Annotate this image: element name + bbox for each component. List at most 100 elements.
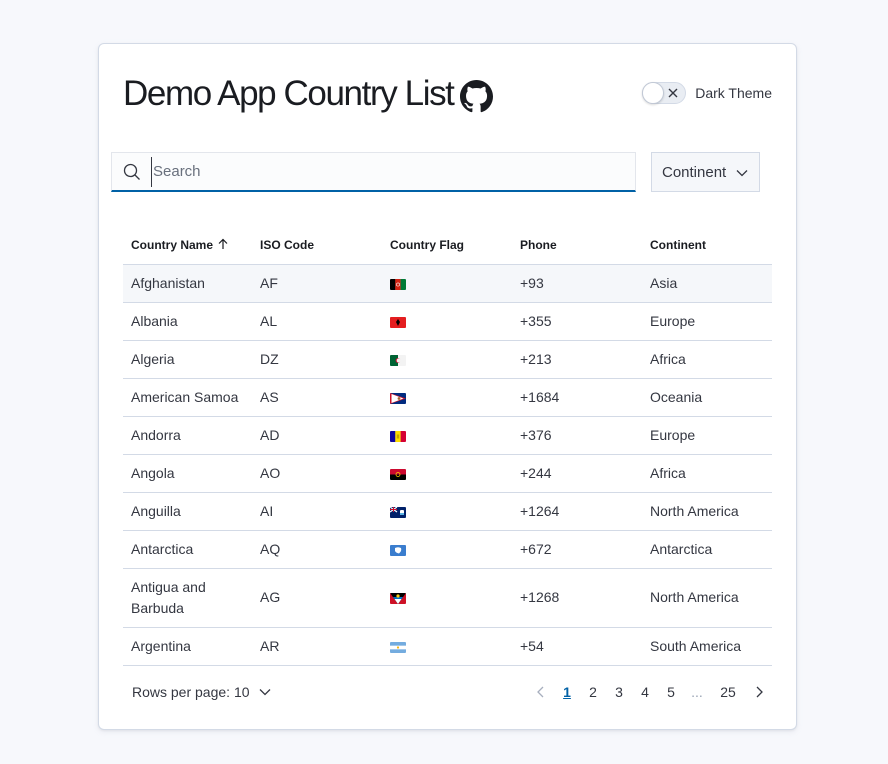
table-row[interactable]: Anguilla AI +1264 North America <box>123 492 772 531</box>
phone-cell: +93 <box>512 264 642 303</box>
continent-cell: Europe <box>642 416 772 455</box>
rows-per-page-label: Rows per page: 10 <box>132 684 250 700</box>
page-title: Demo App Country List <box>123 74 455 113</box>
country-name-cell: Andorra <box>123 416 252 455</box>
flag-cell <box>382 264 512 303</box>
table-row[interactable]: Angola AO +244 Africa <box>123 454 772 493</box>
phone-cell: +672 <box>512 530 642 569</box>
phone-cell: +355 <box>512 302 642 341</box>
flag-cell <box>382 530 512 569</box>
table-footer: Rows per page: 10 1 2 3 4 5 ... 25 <box>132 684 772 706</box>
search-field[interactable] <box>111 152 636 192</box>
continent-cell: North America <box>642 492 772 531</box>
page-5-button[interactable]: 5 <box>658 684 684 700</box>
country-name-cell: Antigua and Barbuda <box>123 568 252 628</box>
chevron-down-icon <box>736 170 748 177</box>
phone-cell: +376 <box>512 416 642 455</box>
phone-cell: +1684 <box>512 378 642 417</box>
close-icon <box>668 88 678 98</box>
page-last-button[interactable]: 25 <box>710 684 746 700</box>
country-name-cell: Albania <box>123 302 252 341</box>
flag-ao-icon <box>390 468 406 480</box>
github-icon[interactable] <box>459 79 493 113</box>
flag-ag-icon <box>390 592 406 604</box>
country-name-cell: Argentina <box>123 627 252 666</box>
country-name-cell: American Samoa <box>123 378 252 417</box>
previous-page-icon[interactable] <box>534 685 548 699</box>
country-table: Country Name ISO Code Country Flag Phone… <box>123 226 772 666</box>
table-header-row: Country Name ISO Code Country Flag Phone… <box>123 226 772 265</box>
flag-aq-icon <box>390 544 406 556</box>
table-row[interactable]: Antigua and Barbuda AG +1268 North Ameri… <box>123 568 772 628</box>
flag-ar-icon <box>390 641 406 653</box>
phone-cell: +1264 <box>512 492 642 531</box>
flag-dz-icon <box>390 354 406 366</box>
table-row[interactable]: American Samoa AS +1684 Oceania <box>123 378 772 417</box>
flag-cell <box>382 627 512 666</box>
search-icon <box>123 163 140 180</box>
continent-cell: Europe <box>642 302 772 341</box>
continent-cell: Antarctica <box>642 530 772 569</box>
dark-theme-label: Dark Theme <box>695 85 772 101</box>
phone-cell: +54 <box>512 627 642 666</box>
next-page-icon[interactable] <box>752 685 766 699</box>
iso-code-cell: AS <box>252 378 382 417</box>
search-input[interactable] <box>151 156 611 187</box>
iso-code-cell: AI <box>252 492 382 531</box>
flag-cell <box>382 416 512 455</box>
phone-cell: +1268 <box>512 568 642 628</box>
flag-cell <box>382 340 512 379</box>
iso-code-cell: AR <box>252 627 382 666</box>
flag-cell <box>382 492 512 531</box>
country-name-cell: Anguilla <box>123 492 252 531</box>
column-header-phone[interactable]: Phone <box>512 226 642 265</box>
pagination-ellipsis: ... <box>691 684 703 700</box>
column-header-iso-code[interactable]: ISO Code <box>252 226 382 265</box>
rows-per-page-button[interactable]: Rows per page: 10 <box>132 684 272 700</box>
pagination: 1 2 3 4 5 ... 25 <box>528 684 772 700</box>
iso-code-cell: AD <box>252 416 382 455</box>
flag-cell <box>382 568 512 628</box>
flag-ai-icon <box>390 506 406 518</box>
table-row[interactable]: Argentina AR +54 South America <box>123 627 772 666</box>
iso-code-cell: AF <box>252 264 382 303</box>
country-name-cell: Algeria <box>123 340 252 379</box>
table-row[interactable]: Albania AL +355 Europe <box>123 302 772 341</box>
iso-code-cell: AO <box>252 454 382 493</box>
continent-filter-button[interactable]: Continent <box>651 152 760 192</box>
page-1-button[interactable]: 1 <box>554 684 580 700</box>
iso-code-cell: AQ <box>252 530 382 569</box>
flag-cell <box>382 454 512 493</box>
theme-switch[interactable] <box>642 82 687 104</box>
column-header-country-flag[interactable]: Country Flag <box>382 226 512 265</box>
continent-cell: Africa <box>642 340 772 379</box>
switch-knob <box>642 82 665 104</box>
continent-filter-label: Continent <box>662 163 727 181</box>
iso-code-cell: AL <box>252 302 382 341</box>
phone-cell: +244 <box>512 454 642 493</box>
flag-as-icon <box>390 392 406 404</box>
title-row: Demo App Country List <box>123 74 493 114</box>
continent-cell: North America <box>642 568 772 628</box>
flag-cell <box>382 302 512 341</box>
continent-cell: South America <box>642 627 772 666</box>
table-row[interactable]: Andorra AD +376 Europe <box>123 416 772 455</box>
flag-al-icon <box>390 316 406 328</box>
country-name-cell: Angola <box>123 454 252 493</box>
country-name-cell: Afghanistan <box>123 264 252 303</box>
table-row[interactable]: Afghanistan AF +93 Asia <box>123 264 772 303</box>
iso-code-cell: DZ <box>252 340 382 379</box>
chevron-down-icon <box>259 689 270 696</box>
continent-cell: Asia <box>642 264 772 303</box>
column-header-continent[interactable]: Continent <box>642 226 772 265</box>
dark-theme-toggle[interactable]: Dark Theme <box>642 82 772 104</box>
table-row[interactable]: Antarctica AQ +672 Antarctica <box>123 530 772 569</box>
column-header-country-name[interactable]: Country Name <box>123 226 252 265</box>
page-3-button[interactable]: 3 <box>606 684 632 700</box>
phone-cell: +213 <box>512 340 642 379</box>
table-row[interactable]: Algeria DZ +213 Africa <box>123 340 772 379</box>
page-4-button[interactable]: 4 <box>632 684 658 700</box>
flag-cell <box>382 378 512 417</box>
flag-ad-icon <box>390 430 406 442</box>
page-2-button[interactable]: 2 <box>580 684 606 700</box>
